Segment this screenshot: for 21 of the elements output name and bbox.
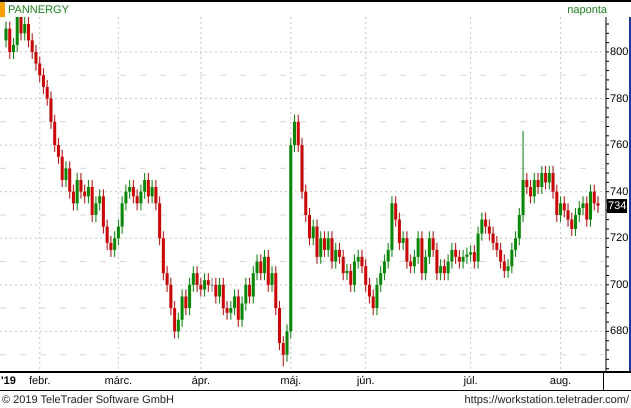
month-label: júl. — [464, 375, 478, 387]
copyright-text: © 2019 TeleTrader Software GmbH — [2, 394, 174, 406]
month-label: ápr. — [192, 375, 210, 387]
month-label: febr. — [29, 375, 50, 387]
price-label: 680 — [610, 324, 628, 338]
last-price-badge: 734 — [607, 198, 628, 213]
price-label: 700 — [610, 278, 628, 292]
price-label: 740 — [610, 184, 628, 199]
symbol-marker — [0, 2, 5, 17]
price-label: 760 — [610, 138, 628, 152]
price-label: 800 — [610, 44, 628, 59]
month-label: aug. — [550, 375, 572, 387]
month-label: márc. — [104, 375, 132, 387]
month-label: jún. — [356, 375, 375, 387]
price-label: 720 — [610, 231, 628, 246]
year-label: '19 — [1, 375, 16, 387]
month-label: máj. — [280, 375, 302, 387]
symbol-label: PANNERGY — [8, 4, 69, 16]
interval-label: naponta — [567, 4, 607, 16]
price-label: 780 — [610, 92, 628, 106]
website-link[interactable]: https://workstation.teletrader.com/ — [464, 394, 629, 406]
